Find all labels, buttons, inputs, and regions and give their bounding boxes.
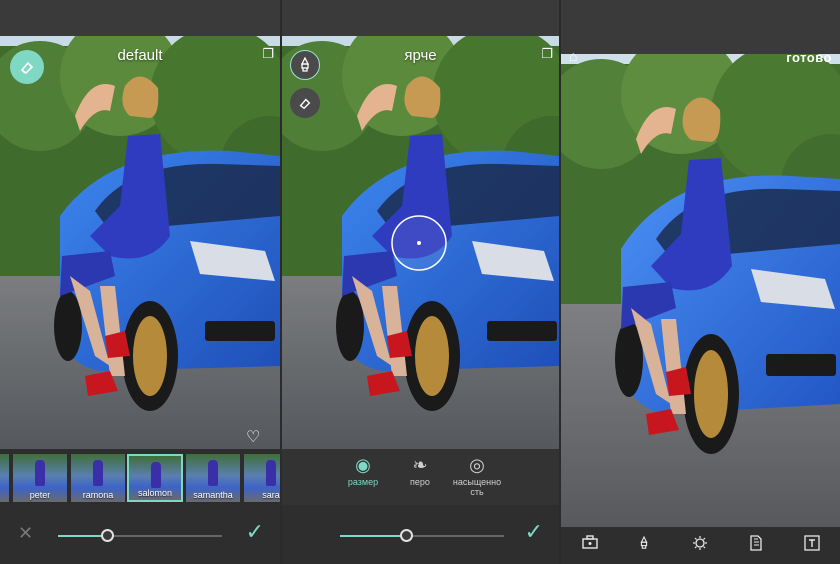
slider-fill — [340, 535, 406, 537]
brush-icon — [300, 57, 310, 72]
bottom-toolbar — [561, 527, 840, 564]
toolbox-icon[interactable] — [579, 535, 601, 555]
sticker-icon[interactable] — [745, 535, 767, 555]
photo-canvas[interactable] — [0, 36, 280, 449]
photo-canvas[interactable] — [561, 54, 840, 527]
bottom-bar: ✕ ✓ — [0, 505, 280, 564]
photo-image — [561, 54, 840, 527]
checkmark-icon[interactable]: ✓ — [525, 519, 543, 545]
eraser-button[interactable] — [290, 88, 320, 118]
eraser-button[interactable] — [10, 50, 44, 84]
filter-thumb[interactable] — [0, 454, 9, 502]
brush-button[interactable] — [290, 50, 320, 80]
slider-knob[interactable] — [399, 529, 413, 542]
tool-saturation[interactable]: ◎ насыщенно сть — [444, 455, 510, 497]
filter-thumb-ramona[interactable]: ramona — [71, 454, 125, 502]
home-icon[interactable]: ⌂ — [569, 48, 577, 64]
eraser-icon — [20, 61, 34, 75]
filter-thumb-sara[interactable]: sara — [244, 454, 280, 502]
effect-title: ярче — [404, 47, 437, 64]
photo-image — [0, 36, 280, 449]
slider-fill — [58, 535, 108, 537]
filter-label: samantha — [193, 490, 233, 500]
brush-tools: ◉ размер ❧ перо ◎ насыщенно сть — [282, 449, 559, 505]
top-strip — [561, 0, 840, 54]
top-strip — [282, 0, 559, 38]
photo-canvas[interactable] — [282, 36, 559, 449]
checkmark-icon[interactable]: ✓ — [246, 519, 264, 545]
text-icon[interactable] — [801, 535, 823, 555]
tool-label: насыщенно сть — [452, 477, 502, 497]
compare-icon[interactable]: ❐ — [262, 46, 274, 62]
saturation-icon: ◎ — [469, 455, 485, 475]
intensity-slider[interactable] — [58, 529, 222, 542]
filter-thumb-samantha[interactable]: samantha — [186, 454, 240, 502]
effects-icon[interactable] — [689, 535, 711, 555]
brush-icon[interactable] — [633, 535, 655, 555]
bottom-bar: ✓ — [282, 505, 559, 564]
filter-label: salomon — [137, 488, 173, 498]
editor-panel-filters: default ❐ ♡ peter ramona salomon samanth… — [0, 0, 280, 564]
filter-label: sara — [262, 490, 280, 500]
filter-strip[interactable]: peter ramona salomon samantha sara — [0, 449, 280, 505]
filter-label: peter — [29, 490, 51, 500]
top-strip — [0, 0, 280, 38]
close-icon[interactable]: ✕ — [18, 523, 33, 544]
filter-thumb-salomon[interactable]: salomon — [127, 454, 183, 502]
filter-thumb-peter[interactable]: peter — [13, 454, 67, 502]
filter-label: ramona — [82, 490, 114, 500]
compare-icon[interactable]: ❐ — [541, 46, 553, 62]
editor-panel-main: ⌂ готово — [561, 0, 840, 564]
heart-icon[interactable]: ♡ — [246, 427, 260, 447]
brush-size-slider[interactable] — [340, 529, 504, 542]
slider-knob[interactable] — [101, 529, 115, 542]
done-button[interactable]: готово — [786, 50, 832, 65]
eraser-icon — [299, 98, 311, 110]
photo-image — [282, 36, 559, 449]
editor-panel-brighten: ярче ❐ ◉ размер ❧ перо ◎ насыщенно сть ✓ — [282, 0, 559, 564]
